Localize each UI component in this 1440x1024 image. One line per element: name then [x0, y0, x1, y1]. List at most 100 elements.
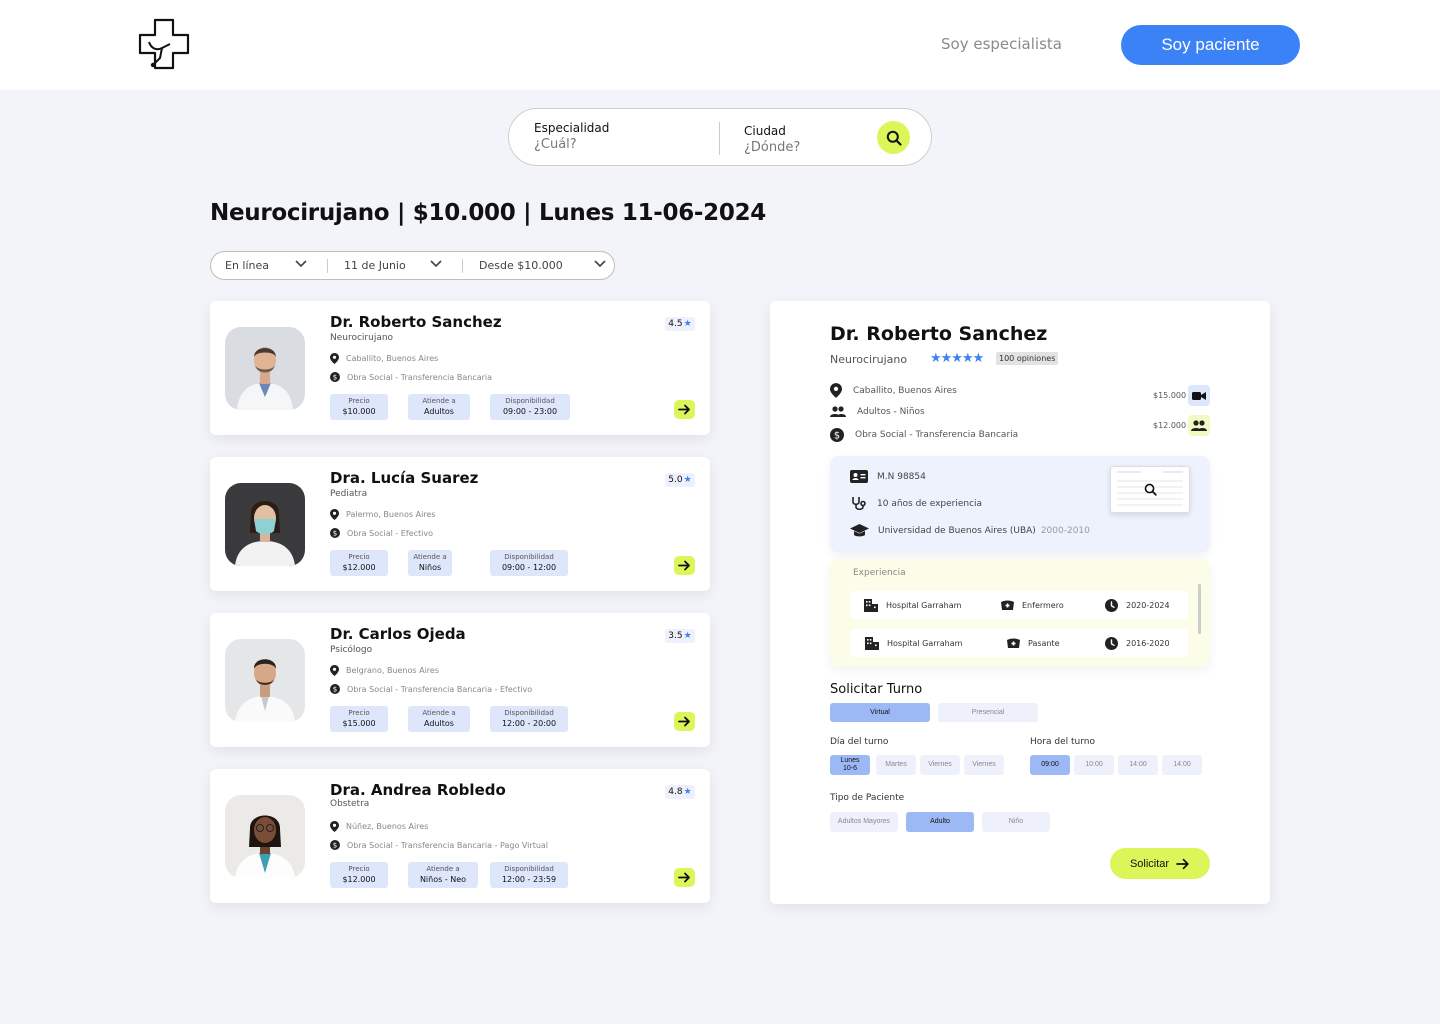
- attends-chip: Atiende a Adultos: [408, 394, 470, 420]
- day-option-button[interactable]: Lunes 10-6: [830, 755, 870, 775]
- doctor-photo: [225, 327, 305, 410]
- experience-scrollbar[interactable]: [1198, 584, 1201, 634]
- availability-label: Disponibilidad: [504, 865, 554, 873]
- filter-price-label: Desde $10.000: [479, 259, 563, 272]
- location-pin-icon: [330, 665, 339, 676]
- attends-value: Adultos: [424, 407, 454, 416]
- patient-type-button[interactable]: Adultos Mayores: [830, 812, 898, 832]
- mode-presencial-button[interactable]: Presencial: [938, 703, 1038, 722]
- request-appointment-button[interactable]: Solicitar: [1110, 848, 1210, 879]
- payment-row: $ Obra Social - Efectivo: [330, 528, 433, 538]
- patient-type-button[interactable]: Adulto: [906, 812, 974, 832]
- city-field[interactable]: Ciudad ¿Dónde?: [744, 124, 800, 155]
- graduation-cap-icon: [850, 524, 869, 537]
- doctor-name[interactable]: Dr. Roberto Sanchez: [330, 313, 502, 331]
- dollar-circle-icon: $: [330, 372, 340, 382]
- doctor-specialty: Pediatra: [330, 489, 368, 499]
- medical-cross-logo-icon[interactable]: [138, 18, 190, 70]
- price-value: $12.000: [342, 875, 376, 884]
- specialty-label: Especialidad: [534, 121, 610, 135]
- svg-text:$: $: [333, 530, 337, 538]
- experience-place-text: Hospital Garraham: [887, 638, 963, 648]
- detail-attends: Adultos - Niños: [857, 406, 925, 417]
- patient-button[interactable]: Soy paciente: [1121, 25, 1300, 65]
- detail-attends-row: Adultos - Niños: [830, 406, 925, 417]
- attends-label: Atiende a: [422, 709, 456, 717]
- day-option-button[interactable]: Viernes: [964, 755, 1004, 775]
- experience-role: Enfermero: [1001, 591, 1064, 619]
- doctor-location: Caballito, Buenos Aires: [346, 354, 439, 363]
- experience-box: Experiencia Hospital Garraham Enfermero …: [830, 559, 1210, 667]
- doctor-name[interactable]: Dra. Andrea Robledo: [330, 781, 506, 799]
- filter-price[interactable]: Desde $10.000: [479, 252, 609, 279]
- patient-type-button[interactable]: Niño: [982, 812, 1050, 832]
- city-input[interactable]: ¿Dónde?: [744, 140, 800, 155]
- open-doctor-button[interactable]: [674, 400, 695, 419]
- doctor-card[interactable]: Dr. Carlos Ojeda Psicólogo 3.5 ★ Belgrano…: [210, 613, 710, 747]
- doctor-location: Belgrano, Buenos Aires: [346, 666, 440, 675]
- hospital-building-icon: [865, 636, 879, 650]
- dollar-circle-icon: $: [330, 528, 340, 538]
- star-icon: ★: [683, 787, 692, 797]
- svg-text:$: $: [333, 842, 337, 850]
- people-icon: [1191, 420, 1207, 431]
- detail-payment: Obra Social - Transferencia Bancaria: [855, 430, 1019, 440]
- doctor-specialty: Psicólogo: [330, 645, 373, 655]
- price-chip: Precio $12.000: [330, 862, 388, 888]
- specialist-link[interactable]: Soy especialista: [941, 35, 1062, 53]
- doctor-card[interactable]: Dr. Roberto Sanchez Neurocirujano 4.5 ★ C…: [210, 301, 710, 435]
- doctor-card[interactable]: Dra. Andrea Robledo Obstetra 4.8 ★ Núñez,…: [210, 769, 710, 903]
- location-row: Núñez, Buenos Aires: [330, 821, 428, 832]
- day-option-button[interactable]: Martes: [876, 755, 916, 775]
- filter-modality[interactable]: En línea: [225, 252, 325, 279]
- availability-label: Disponibilidad: [505, 397, 555, 405]
- price-chip: Precio $15.000: [330, 706, 388, 732]
- doctor-card[interactable]: Dra. Lucía Suarez Pediatra 5.0 ★ Palermo,…: [210, 457, 710, 591]
- detail-location: Caballito, Buenos Aires: [853, 385, 957, 396]
- doctor-payment: Obra Social - Efectivo: [347, 528, 433, 538]
- filter-date[interactable]: 11 de Junio: [344, 252, 454, 279]
- doctor-name[interactable]: Dr. Carlos Ojeda: [330, 625, 466, 643]
- specialty-input[interactable]: ¿Cuál?: [534, 137, 609, 152]
- price-label: Precio: [348, 397, 370, 405]
- open-doctor-button[interactable]: [674, 868, 695, 887]
- experience-place-text: Hospital Garraham: [886, 600, 962, 610]
- svg-text:$: $: [333, 686, 337, 694]
- payment-row: $ Obra Social - Transferencia Bancaria: [330, 372, 492, 382]
- attends-chip: Atiende a Niños - Neo: [408, 862, 478, 888]
- day-option-button[interactable]: Viernes: [920, 755, 960, 775]
- diploma-preview[interactable]: [1110, 466, 1190, 513]
- experience-role-text: Enfermero: [1022, 600, 1064, 610]
- hour-option-button[interactable]: 10:00: [1074, 755, 1114, 775]
- price-value: $12.000: [342, 563, 376, 572]
- doctor-location: Palermo, Buenos Aires: [346, 510, 436, 519]
- attends-value: Adultos: [424, 719, 454, 728]
- hour-option-button[interactable]: 09:00: [1030, 755, 1070, 775]
- search-button[interactable]: [877, 121, 910, 154]
- open-doctor-button[interactable]: [674, 712, 695, 731]
- credentials-box: M.N 98854 10 años de experiencia Univers…: [830, 456, 1210, 552]
- hour-option-button[interactable]: 14:00: [1162, 755, 1202, 775]
- attends-chip: Atiende a Niños: [408, 550, 452, 576]
- mode-virtual-button[interactable]: Virtual: [830, 703, 930, 722]
- availability-chip: Disponibilidad 09:00 - 12:00: [490, 550, 568, 576]
- experience-role-text: Pasante: [1028, 638, 1060, 648]
- detail-doctor-name: Dr. Roberto Sanchez: [830, 323, 1048, 345]
- detail-specialty: Neurocirujano: [830, 353, 908, 366]
- hour-option-button[interactable]: 14:00: [1118, 755, 1158, 775]
- location-pin-icon: [330, 821, 339, 832]
- specialty-field[interactable]: Especialidad ¿Cuál?: [534, 121, 609, 152]
- license-number: M.N 98854: [877, 471, 926, 482]
- experience-period: 2016-2020: [1105, 629, 1170, 657]
- top-bar: Soy especialista Soy paciente: [0, 0, 1440, 90]
- availability-chip: Disponibilidad 12:00 - 20:00: [490, 706, 568, 732]
- reviews-link[interactable]: 100 opiniones: [996, 352, 1059, 365]
- doctor-name[interactable]: Dra. Lucía Suarez: [330, 469, 478, 487]
- filter-bar: En línea 11 de Junio Desde $10.000: [210, 251, 615, 280]
- payment-row: $ Obra Social - Transferencia Bancaria -…: [330, 684, 532, 694]
- chevron-down-icon: [594, 260, 606, 268]
- detail-location-row: Caballito, Buenos Aires: [830, 383, 957, 398]
- open-doctor-button[interactable]: [674, 556, 695, 575]
- hospital-building-icon: [864, 598, 878, 612]
- price-chip: Precio $10.000: [330, 394, 388, 420]
